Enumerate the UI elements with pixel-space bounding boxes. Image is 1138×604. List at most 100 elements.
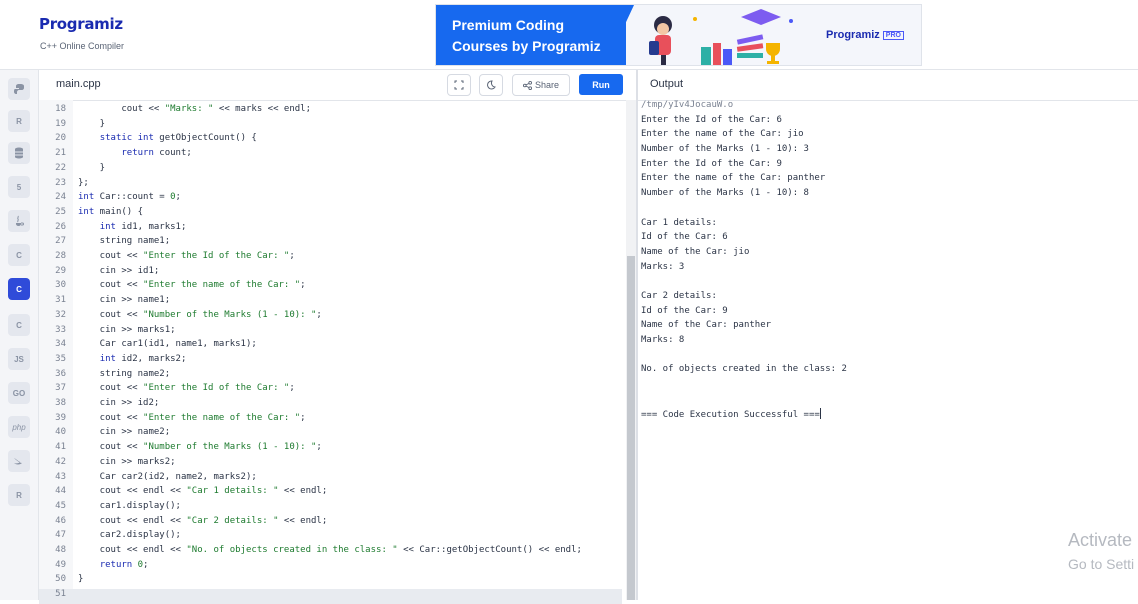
file-tab-main-cpp[interactable]: main.cpp bbox=[56, 78, 101, 90]
code-text: cout << "Marks: " << marks << endl; bbox=[78, 104, 312, 114]
swift-icon[interactable] bbox=[8, 450, 30, 472]
code-text: cin >> marks1; bbox=[78, 324, 176, 335]
editor-scrollbar-thumb[interactable] bbox=[627, 256, 635, 600]
code-line[interactable]: 47 car2.display(); bbox=[39, 530, 622, 545]
output-line: Id of the Car: 6 bbox=[641, 232, 728, 243]
code-line[interactable]: 25 int main() { bbox=[39, 207, 622, 222]
code-line[interactable]: 27 string name1; bbox=[39, 236, 622, 251]
top-header: Programiz C++ Online Compiler Premium Co… bbox=[0, 0, 1138, 70]
code-line[interactable]: 33 cin >> marks1; bbox=[39, 325, 622, 340]
code-line[interactable]: 46 cout << endl << "Car 2 details: " << … bbox=[39, 516, 622, 531]
code-text: return count; bbox=[121, 148, 192, 159]
code-text: } bbox=[78, 118, 106, 129]
output-console[interactable]: /tmp/yIv4JocauW.o Enter the Id of the Car… bbox=[641, 100, 1131, 423]
share-icon bbox=[522, 80, 532, 90]
code-line[interactable]: 31 cin >> name1; bbox=[39, 295, 622, 310]
output-line: Car 1 details: bbox=[641, 217, 723, 228]
code-line[interactable]: 42 cin >> marks2; bbox=[39, 457, 622, 472]
share-button[interactable]: Share bbox=[512, 74, 570, 96]
code-text: cin >> id2; bbox=[78, 398, 160, 408]
csharp-language-icon[interactable]: C bbox=[8, 314, 30, 336]
code-text: return 0; bbox=[99, 559, 149, 570]
output-line: Enter the Id of the Car: 6 bbox=[641, 114, 782, 125]
code-line[interactable]: 49 return 0; bbox=[39, 560, 622, 575]
go-language-icon[interactable]: GO bbox=[8, 382, 30, 404]
output-line: Enter the name of the Car: panther bbox=[641, 173, 826, 184]
code-line[interactable]: 20 static int getObjectCount() { bbox=[39, 133, 622, 148]
run-button[interactable]: Run bbox=[579, 74, 623, 95]
sql-database-icon[interactable] bbox=[8, 142, 30, 164]
code-text: cout << "Number of the Marks (1 - 10): "… bbox=[78, 309, 322, 320]
code-line[interactable]: 44 cout << endl << "Car 1 details: " << … bbox=[39, 486, 622, 501]
code-line[interactable]: 22 } bbox=[39, 163, 622, 178]
fullscreen-button[interactable] bbox=[447, 74, 471, 96]
code-editor[interactable]: 18 cout << "Marks: " << marks << endl; 19… bbox=[39, 100, 622, 604]
code-line[interactable]: 35 int id2, marks2; bbox=[39, 354, 622, 369]
line-number: 28 bbox=[55, 251, 66, 261]
r-language-icon[interactable]: R bbox=[8, 110, 30, 132]
code-text: car1.display(); bbox=[78, 500, 181, 511]
code-line[interactable]: 40 cin >> name2; bbox=[39, 427, 622, 442]
java-icon[interactable] bbox=[8, 210, 30, 232]
code-text: } bbox=[78, 574, 84, 585]
code-line[interactable]: 28 cout << "Enter the Id of the Car: "; bbox=[39, 251, 622, 266]
code-line[interactable]: 36 string name2; bbox=[39, 369, 622, 384]
line-number: 21 bbox=[55, 148, 66, 159]
line-number: 32 bbox=[55, 309, 66, 320]
line-number: 35 bbox=[55, 353, 66, 364]
pane-divider[interactable] bbox=[636, 70, 638, 600]
line-number: 37 bbox=[55, 383, 66, 394]
code-line[interactable]: 32 cout << "Number of the Marks (1 - 10)… bbox=[39, 310, 622, 325]
output-line: Marks: 8 bbox=[641, 335, 685, 345]
line-number: 24 bbox=[55, 192, 66, 203]
code-line[interactable]: 23}; bbox=[39, 178, 622, 193]
python-icon[interactable] bbox=[8, 78, 30, 100]
cpp-language-icon[interactable]: C bbox=[8, 278, 30, 300]
compiler-subtitle: C++ Online Compiler bbox=[40, 41, 125, 51]
premium-courses-banner[interactable]: Premium Coding Courses by Programiz Prog… bbox=[435, 4, 922, 66]
code-text: int id2, marks2; bbox=[99, 353, 187, 364]
line-number: 29 bbox=[55, 265, 66, 276]
c-language-icon[interactable]: C bbox=[8, 244, 30, 266]
code-line[interactable]: 51 bbox=[39, 589, 622, 604]
html5-icon[interactable]: 5 bbox=[8, 176, 30, 198]
code-line[interactable]: 30 cout << "Enter the name of the Car: "… bbox=[39, 280, 622, 295]
rust-icon[interactable]: R bbox=[8, 484, 30, 506]
code-line[interactable]: 21 return count; bbox=[39, 148, 622, 163]
code-line[interactable]: 38 cin >> id2; bbox=[39, 398, 622, 413]
output-line: Name of the Car: jio bbox=[641, 246, 750, 257]
code-line[interactable]: 24 int Car::count = 0; bbox=[39, 192, 622, 207]
code-line[interactable]: 18 cout << "Marks: " << marks << endl; bbox=[39, 104, 622, 119]
theme-toggle-button[interactable] bbox=[479, 74, 503, 96]
code-line[interactable]: 29 cin >> id1; bbox=[39, 266, 622, 281]
output-line: Id of the Car: 9 bbox=[641, 305, 728, 316]
code-text: cin >> name1; bbox=[78, 295, 171, 306]
code-text: string name2; bbox=[78, 368, 171, 379]
banner-headline: Premium Coding Courses by Programiz bbox=[452, 17, 601, 54]
code-line[interactable]: 50} bbox=[39, 574, 622, 589]
output-line: Enter the Id of the Car: 9 bbox=[641, 158, 782, 169]
code-line[interactable]: 43 Car car2(id2, name2, marks2); bbox=[39, 472, 622, 487]
code-line[interactable]: 26 int id1, marks1; bbox=[39, 222, 622, 237]
javascript-icon[interactable]: JS bbox=[8, 348, 30, 370]
code-line[interactable]: 34 Car car1(id1, name1, marks1); bbox=[39, 339, 622, 354]
output-line: Marks: 3 bbox=[641, 261, 685, 272]
php-icon[interactable]: php bbox=[8, 416, 30, 438]
output-line: === Code Execution Successful === bbox=[641, 408, 821, 421]
language-sidebar: R 5 C C C JS GO php R bbox=[0, 70, 39, 600]
code-text: cin >> id1; bbox=[78, 265, 160, 276]
line-number: 41 bbox=[55, 442, 66, 453]
line-number: 25 bbox=[55, 206, 66, 217]
code-line[interactable]: 19 } bbox=[39, 119, 622, 134]
code-line[interactable]: 37 cout << "Enter the Id of the Car: "; bbox=[39, 383, 622, 398]
code-line[interactable]: 41 cout << "Number of the Marks (1 - 10)… bbox=[39, 442, 622, 457]
code-line[interactable]: 48 cout << endl << "No. of objects creat… bbox=[39, 545, 622, 560]
code-line[interactable]: 45 car1.display(); bbox=[39, 501, 622, 516]
line-number: 49 bbox=[55, 559, 66, 570]
output-line: /tmp/yIv4JocauW.o bbox=[641, 100, 734, 110]
line-number: 18 bbox=[55, 104, 66, 114]
programiz-logo[interactable]: Programiz bbox=[39, 15, 123, 33]
code-line[interactable]: 39 cout << "Enter the name of the Car: "… bbox=[39, 413, 622, 428]
